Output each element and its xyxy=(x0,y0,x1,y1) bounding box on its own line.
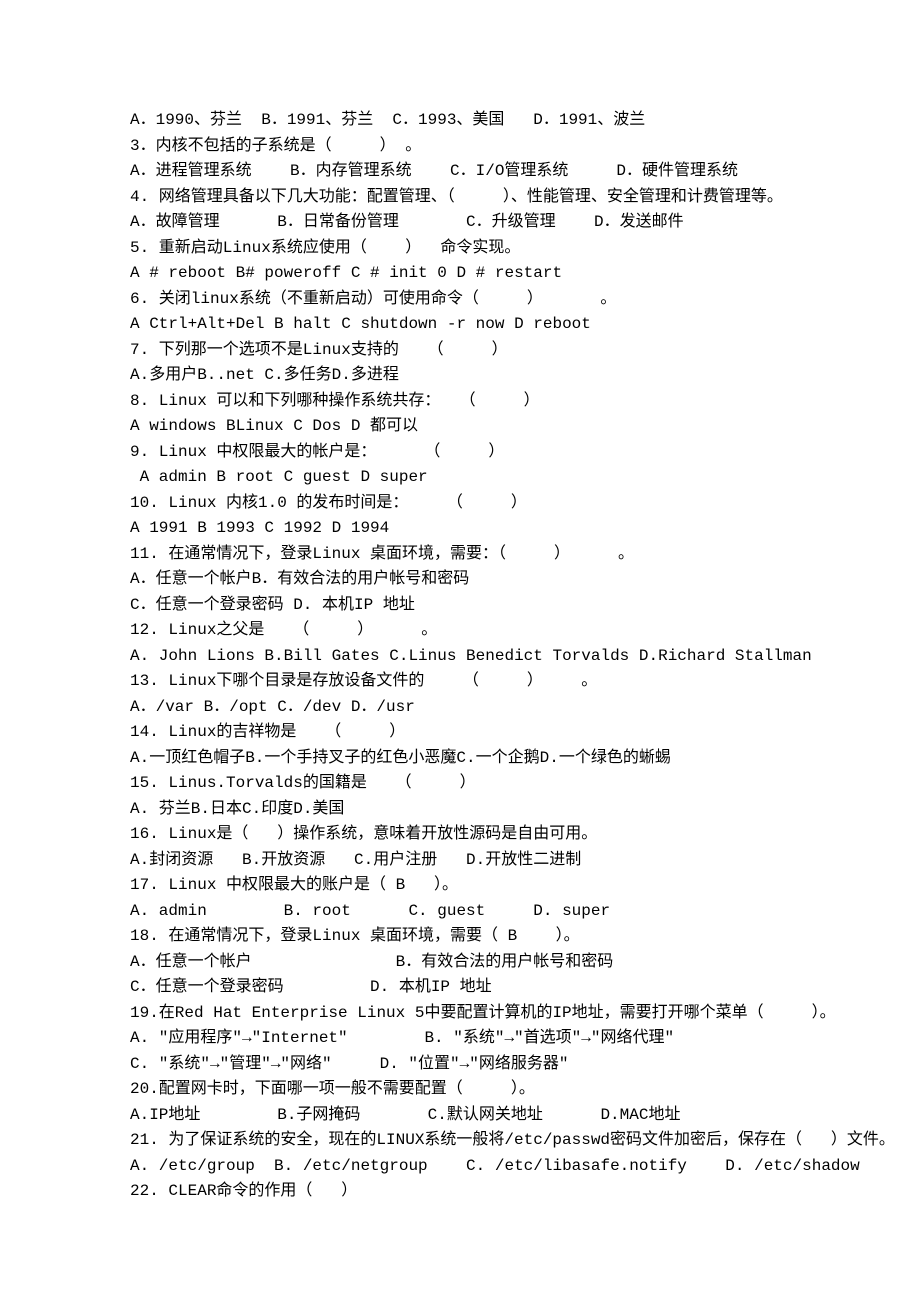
text-line: A. John Lions B.Bill Gates C.Linus Bened… xyxy=(130,644,790,670)
text-line: A.多用户B..net C.多任务D.多进程 xyxy=(130,363,790,389)
text-line: 5. 重新启动Linux系统应使用（ ） 命令实现。 xyxy=(130,236,790,262)
text-line: A．/var B．/opt C．/dev D．/usr xyxy=(130,695,790,721)
text-line: A．任意一个帐户B．有效合法的用户帐号和密码 xyxy=(130,567,790,593)
text-line: 17. Linux 中权限最大的账户是（ B ）。 xyxy=(130,873,790,899)
text-line: 22. CLEAR命令的作用（ ） xyxy=(130,1179,790,1205)
text-line: 11. 在通常情况下，登录Linux 桌面环境，需要：（ ） 。 xyxy=(130,542,790,568)
text-line: 4. 网络管理具备以下几大功能：配置管理、（ ）、性能管理、安全管理和计费管理等… xyxy=(130,185,790,211)
text-line: 8. Linux 可以和下列哪种操作系统共存： （ ） xyxy=(130,389,790,415)
text-line: A．进程管理系统 B．内存管理系统 C．I/O管理系统 D．硬件管理系统 xyxy=(130,159,790,185)
text-line: 20.配置网卡时，下面哪一项一般不需要配置（ ）。 xyxy=(130,1077,790,1103)
text-line: C．任意一个登录密码 D. 本机IP 地址 xyxy=(130,975,790,1001)
text-line: A.封闭资源 B.开放资源 C.用户注册 D.开放性二进制 xyxy=(130,848,790,874)
text-line: C．任意一个登录密码 D. 本机IP 地址 xyxy=(130,593,790,619)
text-line: 7. 下列那一个选项不是Linux支持的 （ ） xyxy=(130,338,790,364)
text-line: 21. 为了保证系统的安全，现在的LINUX系统一般将/etc/passwd密码… xyxy=(130,1128,790,1154)
text-line: A.一顶红色帽子B.一个手持叉子的红色小恶魔C.一个企鹅D.一个绿色的蜥蜴 xyxy=(130,746,790,772)
text-line: A Ctrl+Alt+Del B halt C shutdown -r now … xyxy=(130,312,790,338)
text-line: 9. Linux 中权限最大的帐户是： （ ） xyxy=(130,440,790,466)
text-line: 15. Linus.Torvalds的国籍是 （ ） xyxy=(130,771,790,797)
text-line: A 1991 B 1993 C 1992 D 1994 xyxy=(130,516,790,542)
text-line: A．故障管理 B．日常备份管理 C．升级管理 D．发送邮件 xyxy=(130,210,790,236)
text-line: A. /etc/group B. /etc/netgroup C. /etc/l… xyxy=(130,1154,790,1180)
text-line: 16. Linux是（ ）操作系统，意味着开放性源码是自由可用。 xyxy=(130,822,790,848)
text-line: 14. Linux的吉祥物是 （ ） xyxy=(130,720,790,746)
text-line: C. "系统"→"管理"→"网络" D. "位置"→"网络服务器" xyxy=(130,1052,790,1078)
text-line: 3．内核不包括的子系统是（ ） 。 xyxy=(130,134,790,160)
text-line: A. 芬兰B.日本C.印度D.美国 xyxy=(130,797,790,823)
text-line: 6. 关闭linux系统（不重新启动）可使用命令（ ） 。 xyxy=(130,287,790,313)
text-line: 10. Linux 内核1.0 的发布时间是： （ ） xyxy=(130,491,790,517)
text-line: 19.在Red Hat Enterprise Linux 5中要配置计算机的IP… xyxy=(130,1001,790,1027)
text-line: 13. Linux下哪个目录是存放设备文件的 （ ） 。 xyxy=(130,669,790,695)
text-line: 12. Linux之父是 （ ） 。 xyxy=(130,618,790,644)
text-line: A. admin B. root C. guest D. super xyxy=(130,899,790,925)
text-line: A admin B root C guest D super xyxy=(130,465,790,491)
text-line: 18. 在通常情况下，登录Linux 桌面环境，需要（ B ）。 xyxy=(130,924,790,950)
document-body: A．1990、芬兰 B．1991、芬兰 C．1993、美国 D．1991、波兰3… xyxy=(130,108,790,1205)
text-line: A. "应用程序"→"Internet" B. "系统"→"首选项"→"网络代理… xyxy=(130,1026,790,1052)
text-line: A windows BLinux C Dos D 都可以 xyxy=(130,414,790,440)
text-line: A.IP地址 B.子网掩码 C.默认网关地址 D.MAC地址 xyxy=(130,1103,790,1129)
text-line: A # reboot B# poweroff C # init 0 D # re… xyxy=(130,261,790,287)
text-line: A．1990、芬兰 B．1991、芬兰 C．1993、美国 D．1991、波兰 xyxy=(130,108,790,134)
text-line: A．任意一个帐户 B．有效合法的用户帐号和密码 xyxy=(130,950,790,976)
